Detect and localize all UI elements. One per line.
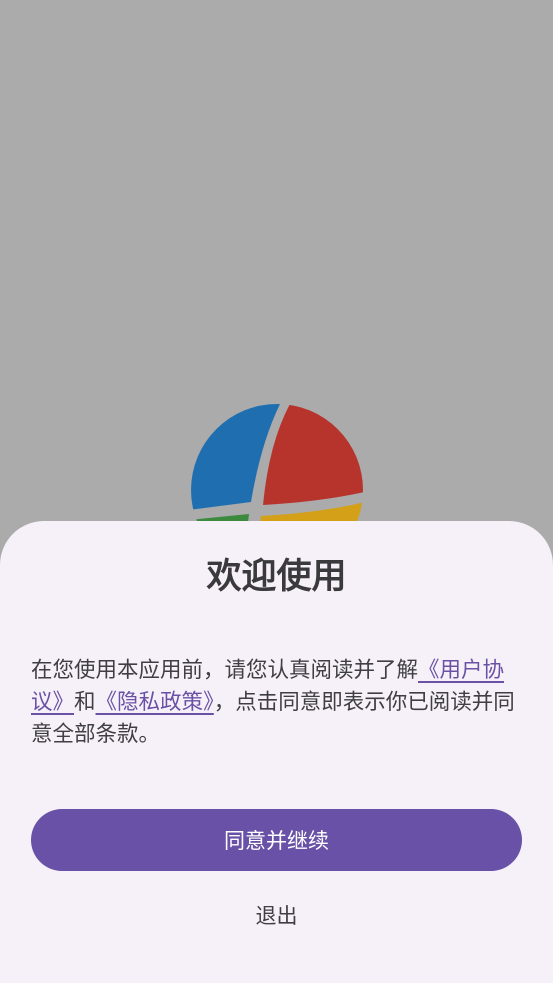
agree-continue-button[interactable]: 同意并继续	[31, 809, 522, 871]
privacy-policy-link[interactable]: 《隐私政策》	[96, 690, 214, 715]
exit-button[interactable]: 退出	[196, 893, 357, 937]
consent-text-before: 在您使用本应用前，请您认真阅读并了解	[31, 658, 419, 683]
dialog-title: 欢迎使用	[206, 557, 347, 597]
consent-text-and: 和	[74, 690, 96, 715]
logo-red-segment	[263, 404, 363, 505]
consent-message: 在您使用本应用前，请您认真阅读并了解《用户协议》和《隐私政策》，点击同意即表示你…	[31, 655, 521, 751]
privacy-consent-dialog: 欢迎使用 在您使用本应用前，请您认真阅读并了解《用户协议》和《隐私政策》，点击同…	[0, 521, 553, 983]
